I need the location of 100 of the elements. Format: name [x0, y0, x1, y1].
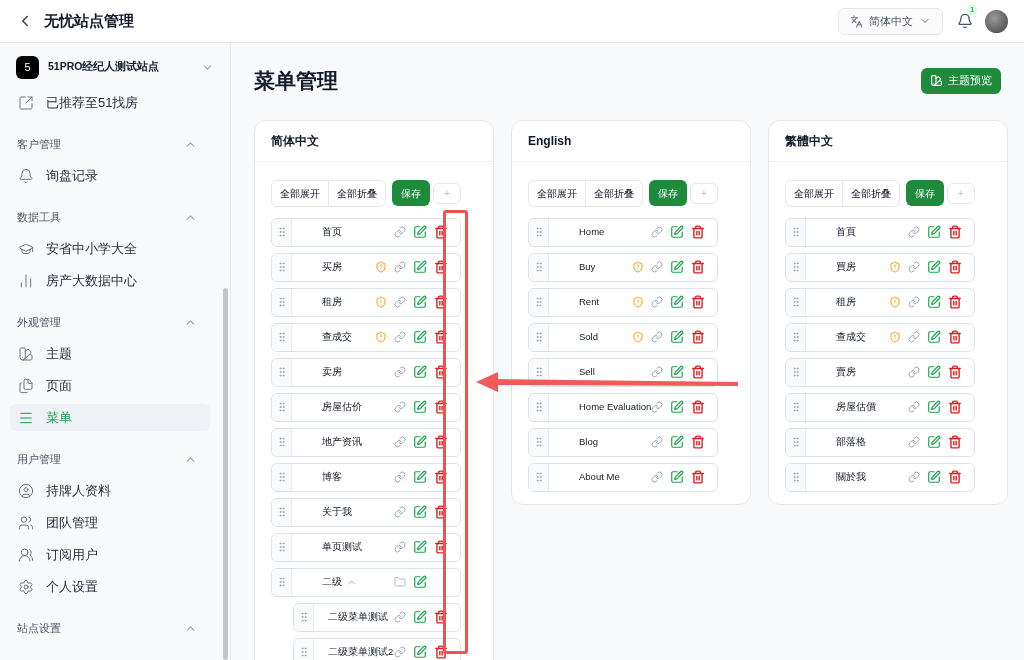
sidebar-item[interactable]: 安省中小学大全: [10, 235, 210, 262]
delete-icon[interactable]: [948, 365, 962, 379]
edit-icon[interactable]: [927, 295, 941, 309]
menu-item-row[interactable]: 二级菜单测试2: [293, 637, 461, 660]
edit-icon[interactable]: [927, 470, 941, 484]
language-selector[interactable]: 简体中文: [838, 7, 943, 35]
scrollbar[interactable]: [223, 288, 228, 660]
drag-handle[interactable]: [272, 498, 292, 526]
drag-handle[interactable]: [786, 463, 806, 491]
delete-icon[interactable]: [691, 225, 705, 239]
save-button[interactable]: 保存: [649, 180, 687, 206]
drag-handle[interactable]: [529, 393, 549, 421]
drag-handle[interactable]: [272, 533, 292, 561]
expand-all-button[interactable]: 全部展开: [529, 180, 586, 206]
delete-icon[interactable]: [691, 365, 705, 379]
drag-handle[interactable]: [529, 288, 549, 316]
drag-handle[interactable]: [294, 603, 314, 631]
drag-handle[interactable]: [786, 323, 806, 351]
edit-icon[interactable]: [927, 260, 941, 274]
menu-item-row[interactable]: 二级菜单测试: [293, 602, 461, 632]
menu-item-row[interactable]: 買房: [785, 252, 975, 282]
delete-icon[interactable]: [434, 295, 448, 309]
site-name[interactable]: 51PRO经纪人测试站点: [48, 59, 160, 75]
delete-icon[interactable]: [434, 505, 448, 519]
menu-item-row[interactable]: About Me: [528, 462, 718, 492]
link-icon[interactable]: [908, 471, 920, 483]
edit-icon[interactable]: [413, 505, 427, 519]
link-icon[interactable]: [908, 401, 920, 413]
delete-icon[interactable]: [948, 400, 962, 414]
menu-item-row[interactable]: 二级: [271, 567, 461, 597]
delete-icon[interactable]: [948, 225, 962, 239]
link-icon[interactable]: [394, 541, 406, 553]
drag-handle[interactable]: [529, 218, 549, 246]
edit-icon[interactable]: [927, 225, 941, 239]
edit-icon[interactable]: [927, 330, 941, 344]
link-icon[interactable]: [651, 401, 663, 413]
delete-icon[interactable]: [948, 470, 962, 484]
delete-icon[interactable]: [434, 400, 448, 414]
link-icon[interactable]: [394, 611, 406, 623]
avatar[interactable]: [985, 9, 1008, 33]
menu-item-row[interactable]: 房屋估价: [271, 392, 461, 422]
link-icon[interactable]: [651, 471, 663, 483]
menu-item-row[interactable]: 租房: [271, 287, 461, 317]
drag-handle[interactable]: [272, 568, 292, 596]
link-icon[interactable]: [394, 471, 406, 483]
drag-handle[interactable]: [272, 428, 292, 456]
edit-icon[interactable]: [927, 400, 941, 414]
edit-icon[interactable]: [413, 330, 427, 344]
drag-handle[interactable]: [272, 463, 292, 491]
menu-item-row[interactable]: 租房: [785, 287, 975, 317]
drag-handle[interactable]: [529, 463, 549, 491]
expand-all-button[interactable]: 全部展开: [786, 180, 843, 206]
sidebar-item[interactable]: 页面: [10, 372, 210, 399]
save-button[interactable]: 保存: [392, 180, 430, 206]
drag-handle[interactable]: [786, 358, 806, 386]
drag-handle[interactable]: [272, 288, 292, 316]
drag-handle[interactable]: [786, 428, 806, 456]
edit-icon[interactable]: [413, 575, 427, 589]
sidebar-item[interactable]: 个人设置: [10, 573, 210, 600]
menu-item-row[interactable]: Sold: [528, 322, 718, 352]
edit-icon[interactable]: [670, 330, 684, 344]
drag-handle[interactable]: [529, 323, 549, 351]
sidebar-item[interactable]: 询盘记录: [10, 162, 210, 189]
menu-item-row[interactable]: Blog: [528, 427, 718, 457]
link-icon[interactable]: [908, 366, 920, 378]
link-icon[interactable]: [908, 261, 920, 273]
sidebar-item[interactable]: 已推荐至51找房: [10, 91, 210, 116]
delete-icon[interactable]: [691, 435, 705, 449]
menu-item-row[interactable]: 首頁: [785, 217, 975, 247]
menu-item-row[interactable]: Rent: [528, 287, 718, 317]
delete-icon[interactable]: [434, 260, 448, 274]
drag-handle[interactable]: [272, 253, 292, 281]
edit-icon[interactable]: [927, 435, 941, 449]
delete-icon[interactable]: [434, 610, 448, 624]
delete-icon[interactable]: [434, 540, 448, 554]
link-icon[interactable]: [651, 366, 663, 378]
drag-handle[interactable]: [272, 218, 292, 246]
edit-icon[interactable]: [670, 435, 684, 449]
sidebar-item[interactable]: 持牌人资料: [10, 477, 210, 504]
notification-bell-icon[interactable]: [957, 13, 973, 29]
delete-icon[interactable]: [691, 400, 705, 414]
expand-all-button[interactable]: 全部展开: [272, 180, 329, 206]
menu-item-row[interactable]: 關於我: [785, 462, 975, 492]
menu-item-row[interactable]: 查成交: [271, 322, 461, 352]
menu-item-row[interactable]: 买房: [271, 252, 461, 282]
link-icon[interactable]: [394, 436, 406, 448]
link-icon[interactable]: [908, 331, 920, 343]
link-icon[interactable]: [394, 261, 406, 273]
drag-handle[interactable]: [529, 253, 549, 281]
menu-item-row[interactable]: Home Evaluation: [528, 392, 718, 422]
edit-icon[interactable]: [413, 470, 427, 484]
edit-icon[interactable]: [670, 400, 684, 414]
sidebar-item[interactable]: 房产大数据中心: [10, 267, 210, 294]
sidebar-item[interactable]: 订阅用户: [10, 541, 210, 568]
delete-icon[interactable]: [691, 470, 705, 484]
edit-icon[interactable]: [670, 470, 684, 484]
save-button[interactable]: 保存: [906, 180, 944, 206]
drag-handle[interactable]: [529, 428, 549, 456]
link-icon[interactable]: [908, 226, 920, 238]
link-icon[interactable]: [394, 366, 406, 378]
